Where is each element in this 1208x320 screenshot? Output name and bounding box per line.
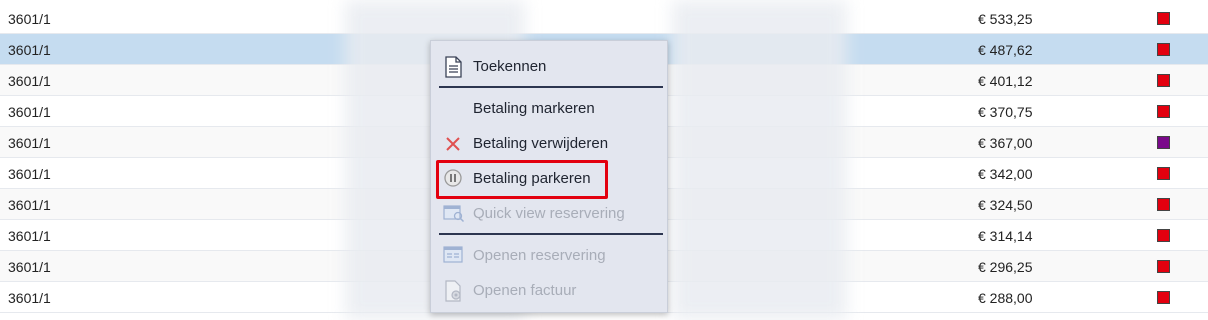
menu-item-label: Openen factuur [473, 282, 577, 299]
invoice-icon [443, 280, 463, 302]
status-indicator [1157, 43, 1170, 56]
row-amount: € 314,14 [978, 228, 1033, 244]
row-code: 3601/1 [8, 228, 51, 244]
row-code: 3601/1 [8, 11, 51, 27]
menu-item-label: Betaling verwijderen [473, 135, 609, 152]
menu-item-betaling-verwijderen[interactable]: Betaling verwijderen [431, 128, 667, 158]
menu-separator [439, 86, 663, 88]
menu-item-label: Openen reservering [473, 247, 606, 264]
status-indicator [1157, 12, 1170, 25]
status-indicator [1157, 74, 1170, 87]
close-icon [443, 133, 463, 153]
window-icon [443, 245, 463, 265]
menu-item-toekennen[interactable]: Toekennen [431, 51, 667, 81]
row-code: 3601/1 [8, 197, 51, 213]
status-indicator [1157, 136, 1170, 149]
highlight-box [436, 160, 608, 199]
row-code: 3601/1 [8, 73, 51, 89]
row-amount: € 324,50 [978, 197, 1033, 213]
row-amount: € 296,25 [978, 259, 1033, 275]
row-amount: € 288,00 [978, 290, 1033, 306]
menu-item-openen-factuur[interactable]: Openen factuur [431, 275, 667, 305]
row-code: 3601/1 [8, 135, 51, 151]
menu-item-label: Betaling markeren [473, 100, 595, 117]
status-indicator [1157, 291, 1170, 304]
menu-item-betaling-markeren[interactable]: Betaling markeren [431, 93, 667, 123]
menu-item-label: Quick view reservering [473, 205, 625, 222]
quick-view-icon [443, 203, 465, 223]
row-code: 3601/1 [8, 166, 51, 182]
row-code: 3601/1 [8, 259, 51, 275]
table-row[interactable]: 3601/1 € 533,25 [0, 3, 1208, 34]
row-code: 3601/1 [8, 104, 51, 120]
status-indicator [1157, 167, 1170, 180]
status-indicator [1157, 198, 1170, 211]
row-amount: € 370,75 [978, 104, 1033, 120]
row-amount: € 342,00 [978, 166, 1033, 182]
status-indicator [1157, 260, 1170, 273]
row-amount: € 487,62 [978, 42, 1033, 58]
row-amount: € 401,12 [978, 73, 1033, 89]
menu-separator [439, 233, 663, 235]
status-indicator [1157, 229, 1170, 242]
row-amount: € 533,25 [978, 11, 1033, 27]
menu-item-quick-view-reservering[interactable]: Quick view reservering [431, 198, 667, 228]
redacted-column [672, 0, 847, 320]
row-code: 3601/1 [8, 42, 51, 58]
row-code: 3601/1 [8, 290, 51, 306]
document-icon [443, 56, 463, 78]
status-indicator [1157, 105, 1170, 118]
row-amount: € 367,00 [978, 135, 1033, 151]
menu-item-openen-reservering[interactable]: Openen reservering [431, 240, 667, 270]
menu-item-label: Toekennen [473, 58, 547, 75]
